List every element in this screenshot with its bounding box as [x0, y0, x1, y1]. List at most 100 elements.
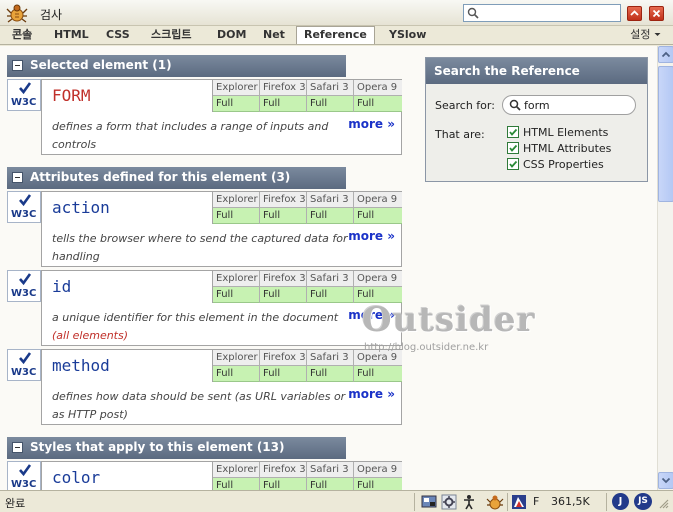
scroll-thumb[interactable] [658, 66, 673, 202]
screen-icon[interactable] [421, 494, 437, 510]
close-button[interactable] [649, 6, 664, 21]
more-link[interactable]: more » [348, 387, 395, 401]
support-value: Full [260, 287, 307, 303]
support-value: Full [213, 287, 260, 303]
close-icon [652, 9, 661, 18]
checkmark-icon [19, 464, 32, 477]
browser-header: Firefox 3 [260, 350, 307, 366]
browser-header: Explorer 7 [213, 80, 260, 108]
scroll-down-button[interactable] [658, 472, 673, 489]
section-attributes[interactable]: Attributes defined for this element (3) [7, 167, 346, 189]
w3c-badge: W3C [7, 270, 41, 302]
j-badge[interactable]: J [612, 493, 629, 510]
filter-label: CSS Properties [523, 158, 604, 171]
page-size[interactable]: 361,5K [551, 495, 590, 508]
checkbox[interactable] [507, 158, 519, 170]
entry-box: id Explorer 7 Firefox 3 Safari 3 Opera 9… [41, 270, 402, 346]
status-bar: 완료 F 361,5K J JS [0, 490, 673, 512]
support-value: Full [260, 96, 307, 112]
entry-box: action Explorer 7 Firefox 3 Safari 3 Ope… [41, 191, 402, 267]
browser-header: Opera 9 [354, 271, 402, 287]
w3c-badge: W3C [7, 79, 41, 111]
collapse-icon[interactable] [12, 442, 23, 453]
yslow-grade-icon[interactable] [511, 494, 527, 510]
support-value: Full [307, 96, 354, 112]
browser-header: Opera 9 [354, 192, 402, 208]
accessibility-icon[interactable] [461, 494, 477, 510]
browser-header: Opera 9 [354, 80, 402, 96]
more-link[interactable]: more » [348, 117, 395, 131]
yslow-grade[interactable]: F [533, 495, 539, 508]
browser-header: Safari 3 [307, 350, 354, 366]
section-selected-element[interactable]: Selected element (1) [7, 55, 346, 77]
support-value: Full [307, 287, 354, 303]
support-value: Full [213, 96, 260, 112]
browser-compat-table: Explorer 7 Firefox 3 Safari 3 Opera 9 Fu… [212, 462, 402, 490]
tab-net[interactable]: Net [256, 27, 292, 44]
browser-compat-table: Explorer 7 Firefox 3 Safari 3 Opera 9 Fu… [212, 80, 402, 112]
support-value: Full [354, 208, 402, 224]
more-link[interactable]: more » [348, 229, 395, 243]
resize-grip-icon[interactable] [657, 497, 669, 509]
search-for-label: Search for: [435, 99, 495, 112]
checkbox[interactable] [507, 126, 519, 138]
tab-dom[interactable]: DOM [210, 27, 253, 44]
browser-header: Explorer 7 [213, 462, 260, 490]
entry-description: a unique identifier for this element in … [52, 309, 352, 345]
detach-button[interactable] [627, 6, 642, 21]
reference-entry-id: W3C id Explorer 7 Firefox 3 Safari 3 Ope… [7, 270, 402, 346]
browser-header: Firefox 3 [260, 462, 307, 478]
reference-entry-action: W3C action Explorer 7 Firefox 3 Safari 3… [7, 191, 402, 267]
checkmark-icon [19, 352, 32, 365]
tab-css[interactable]: CSS [99, 27, 137, 44]
title-bar: 검사 [0, 0, 673, 26]
tab-script[interactable]: 스크립트 [144, 27, 198, 44]
firebug-icon[interactable] [486, 494, 504, 510]
support-value: Full [354, 366, 402, 382]
scroll-up-button[interactable] [658, 46, 673, 63]
panel-title: 검사 [40, 8, 63, 22]
all-elements-note: (all elements) [52, 329, 129, 342]
checkmark-icon [509, 144, 518, 152]
checkbox[interactable] [507, 142, 519, 154]
watermark-logo: Outsider [362, 300, 536, 340]
element-name: FORM [52, 86, 91, 105]
tab-html[interactable]: HTML [47, 27, 96, 44]
tab-yslow[interactable]: YSlow [382, 27, 433, 44]
checkmark-icon [19, 273, 32, 286]
browser-compat-table: Explorer 7 Firefox 3 Safari 3 Opera 9 Fu… [212, 271, 402, 303]
entry-description: defines a form that includes a range of … [52, 120, 329, 151]
js-badge[interactable]: JS [634, 493, 652, 510]
firebug-search-box[interactable] [463, 4, 621, 22]
w3c-label: W3C [11, 288, 37, 299]
tab-reference[interactable]: Reference [296, 26, 375, 44]
firebug-search-input[interactable] [480, 6, 618, 20]
divider [507, 493, 508, 511]
entry-box: FORM Explorer 7 Firefox 3 Safari 3 Opera… [41, 79, 402, 155]
checkmark-icon [509, 160, 518, 168]
vertical-scrollbar[interactable] [657, 46, 673, 490]
search-reference-panel: Search the Reference Search for: form Th… [425, 57, 648, 182]
filter-css-properties[interactable]: CSS Properties [507, 158, 604, 171]
checkmark-icon [19, 82, 32, 95]
settings-menu[interactable]: 설정 [630, 27, 661, 43]
entry-box: color Explorer 7 Firefox 3 Safari 3 Oper… [41, 461, 402, 490]
firebug-logo-icon[interactable] [6, 3, 28, 23]
reference-search-input[interactable]: form [502, 95, 636, 115]
search-icon [467, 7, 479, 19]
w3c-label: W3C [11, 367, 37, 378]
filter-html-elements[interactable]: HTML Elements [507, 126, 608, 139]
collapse-icon[interactable] [12, 60, 23, 71]
tab-console[interactable]: 콘솔 [5, 27, 39, 44]
filter-html-attributes[interactable]: HTML Attributes [507, 142, 611, 155]
chevron-down-icon [654, 33, 661, 36]
divider [414, 493, 415, 511]
browser-header: Safari 3 [307, 271, 354, 287]
support-value: Full [260, 366, 307, 382]
support-value: Full [354, 96, 402, 112]
section-styles[interactable]: Styles that apply to this element (13) [7, 437, 346, 459]
filter-label: HTML Attributes [523, 142, 612, 155]
settings-gear-icon[interactable] [441, 494, 457, 510]
collapse-icon[interactable] [12, 172, 23, 183]
browser-compat-table: Explorer 7 Firefox 3 Safari 3 Opera 9 Fu… [212, 192, 402, 224]
